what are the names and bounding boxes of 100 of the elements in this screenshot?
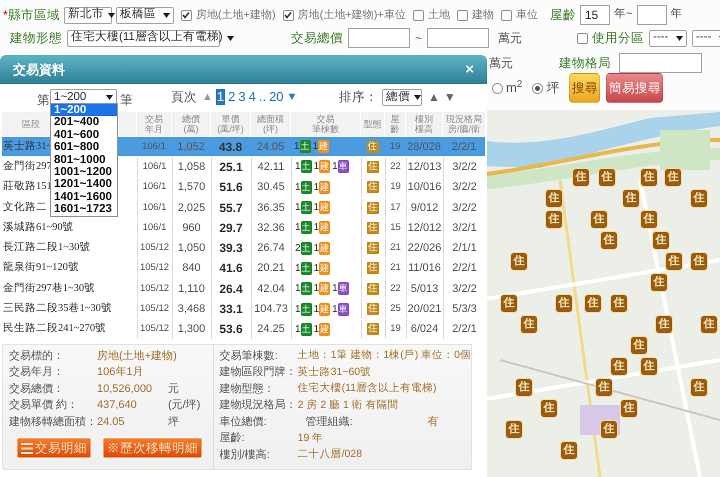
page-link[interactable]: 4 xyxy=(248,89,256,106)
price-from-field[interactable] xyxy=(348,28,410,48)
age-to-field[interactable] xyxy=(636,5,667,25)
map-marker[interactable]: 住 xyxy=(690,252,708,271)
checkbox[interactable] xyxy=(180,10,192,20)
map-marker[interactable]: 住 xyxy=(600,420,618,439)
count-tag: 建 xyxy=(319,282,330,296)
table-cell: 三民路二段35巷1~30號 xyxy=(2,302,112,316)
dropdown-option[interactable]: 1201~1400 xyxy=(51,178,117,191)
close-button[interactable]: × xyxy=(465,62,474,77)
detail-value: 土地：1筆 建物：1棟(戶) 車位：0個 xyxy=(298,348,471,364)
detail-value: 19 年 xyxy=(298,430,324,446)
map-marker[interactable]: 住 xyxy=(560,441,578,460)
checkbox[interactable] xyxy=(500,10,512,20)
map-marker[interactable]: 住 xyxy=(640,210,658,229)
map-marker[interactable]: 住 xyxy=(555,294,573,313)
city-select[interactable]: 新北市 xyxy=(64,6,112,24)
page-link[interactable]: 3 xyxy=(238,89,246,106)
type-tag: 住 xyxy=(367,160,379,173)
map-marker[interactable]: 住 xyxy=(600,231,618,250)
map-marker[interactable]: 住 xyxy=(590,210,608,229)
search-button[interactable]: 搜尋 xyxy=(569,73,600,103)
column-heading: (坪) xyxy=(263,124,278,134)
map-marker[interactable]: 住 xyxy=(620,399,638,418)
count-number: 1 xyxy=(295,201,301,214)
dropdown-option[interactable]: 601~800 xyxy=(51,141,117,154)
table-cell-text: 19 xyxy=(388,140,402,154)
page-link[interactable]: 1 xyxy=(216,89,226,106)
map-marker[interactable]: 住 xyxy=(665,252,683,271)
map-marker[interactable]: 住 xyxy=(650,273,668,292)
count-tag: 土 xyxy=(300,282,312,296)
count-number: 1 xyxy=(314,302,320,316)
dropdown-option[interactable]: 1601~1723 xyxy=(51,203,117,216)
page-link[interactable]: 2 xyxy=(228,89,236,106)
map-marker[interactable]: 住 xyxy=(572,168,590,187)
column-heading: 型態 xyxy=(364,119,382,129)
map-marker[interactable]: 住 xyxy=(545,210,563,229)
map-marker[interactable]: 住 xyxy=(584,294,602,313)
table-cell: 105/12 xyxy=(137,238,171,258)
map-marker[interactable]: 住 xyxy=(598,168,616,187)
price-to-field[interactable] xyxy=(427,28,490,48)
check-icon xyxy=(284,11,292,19)
layout-field[interactable] xyxy=(619,53,702,73)
count-tag: 土 xyxy=(300,160,312,174)
radio-button[interactable] xyxy=(532,82,544,94)
count-number: 1 xyxy=(314,180,320,194)
map-marker[interactable]: 住 xyxy=(700,315,718,334)
detail-label: 屋齡: xyxy=(220,431,246,446)
map-marker[interactable]: 住 xyxy=(664,168,682,187)
checkbox[interactable] xyxy=(456,10,468,20)
map-marker[interactable]: 住 xyxy=(652,231,670,250)
table-cell-text: 28/028 xyxy=(406,140,442,155)
type-tag: 住 xyxy=(367,303,379,316)
page-link[interactable]: 20 xyxy=(269,89,284,106)
count-number: 1 xyxy=(314,221,320,234)
map-marker[interactable]: 住 xyxy=(630,336,648,355)
map-marker[interactable]: 住 xyxy=(545,189,563,208)
count-number: 1 xyxy=(314,201,320,214)
map-marker[interactable]: 住 xyxy=(595,378,613,397)
table-cell: 莊敬路151 xyxy=(2,180,52,194)
district-select[interactable]: 板橋區 xyxy=(116,6,174,24)
map-marker[interactable]: 住 xyxy=(520,315,538,334)
checkbox[interactable] xyxy=(412,10,424,20)
dropdown-option[interactable]: 1001~1200 xyxy=(51,166,117,178)
map-marker[interactable]: 住 xyxy=(500,294,518,313)
map-marker[interactable]: 住 xyxy=(515,378,533,397)
sort-select[interactable]: 總價 xyxy=(382,88,422,106)
map-marker[interactable]: 住 xyxy=(690,378,708,397)
page-up-button[interactable]: ▲ xyxy=(202,89,213,106)
zoning-select[interactable]: ---- xyxy=(692,30,720,46)
detail-button[interactable]: ※歷次移轉明細 xyxy=(103,438,202,458)
sort-ascending-button[interactable]: ▲ xyxy=(428,88,440,106)
unit-text: 萬元 xyxy=(498,30,522,47)
radio-button[interactable] xyxy=(492,82,503,94)
map-marker[interactable]: 住 xyxy=(640,357,658,376)
age-from-field[interactable]: 15 xyxy=(580,5,610,25)
map-marker[interactable]: 住 xyxy=(510,252,528,271)
map-marker[interactable]: 住 xyxy=(655,315,673,334)
map-marker[interactable]: 住 xyxy=(610,357,628,376)
page-down-button[interactable]: ▼ xyxy=(286,89,298,106)
map-marker[interactable]: 住 xyxy=(640,168,658,187)
sort-descending-button[interactable]: ▼ xyxy=(444,88,456,106)
detail-label: 交易標的： xyxy=(9,348,65,364)
map-marker[interactable]: 住 xyxy=(622,189,640,208)
map-marker[interactable]: 住 xyxy=(505,420,523,439)
type-tag: 住 xyxy=(367,222,379,234)
dropdown-option[interactable]: 1~200 xyxy=(51,104,117,116)
checkbox[interactable] xyxy=(577,32,588,44)
detail-button[interactable]: 交易明細 xyxy=(17,438,91,458)
zoning-select[interactable]: ---- xyxy=(649,30,688,46)
table-cell: 20/021 xyxy=(406,299,442,319)
page-link[interactable]: .. xyxy=(258,89,266,106)
checkbox[interactable] xyxy=(282,10,294,20)
search-button[interactable]: 簡易搜尋 xyxy=(606,73,664,103)
dropdown-option[interactable]: 201~400 xyxy=(51,116,117,129)
pager-label: 頁次 xyxy=(171,89,197,106)
map-marker[interactable]: 住 xyxy=(690,189,708,208)
map-marker[interactable]: 住 xyxy=(540,399,558,418)
check-icon xyxy=(182,11,190,19)
map-marker[interactable]: 住 xyxy=(610,294,628,313)
